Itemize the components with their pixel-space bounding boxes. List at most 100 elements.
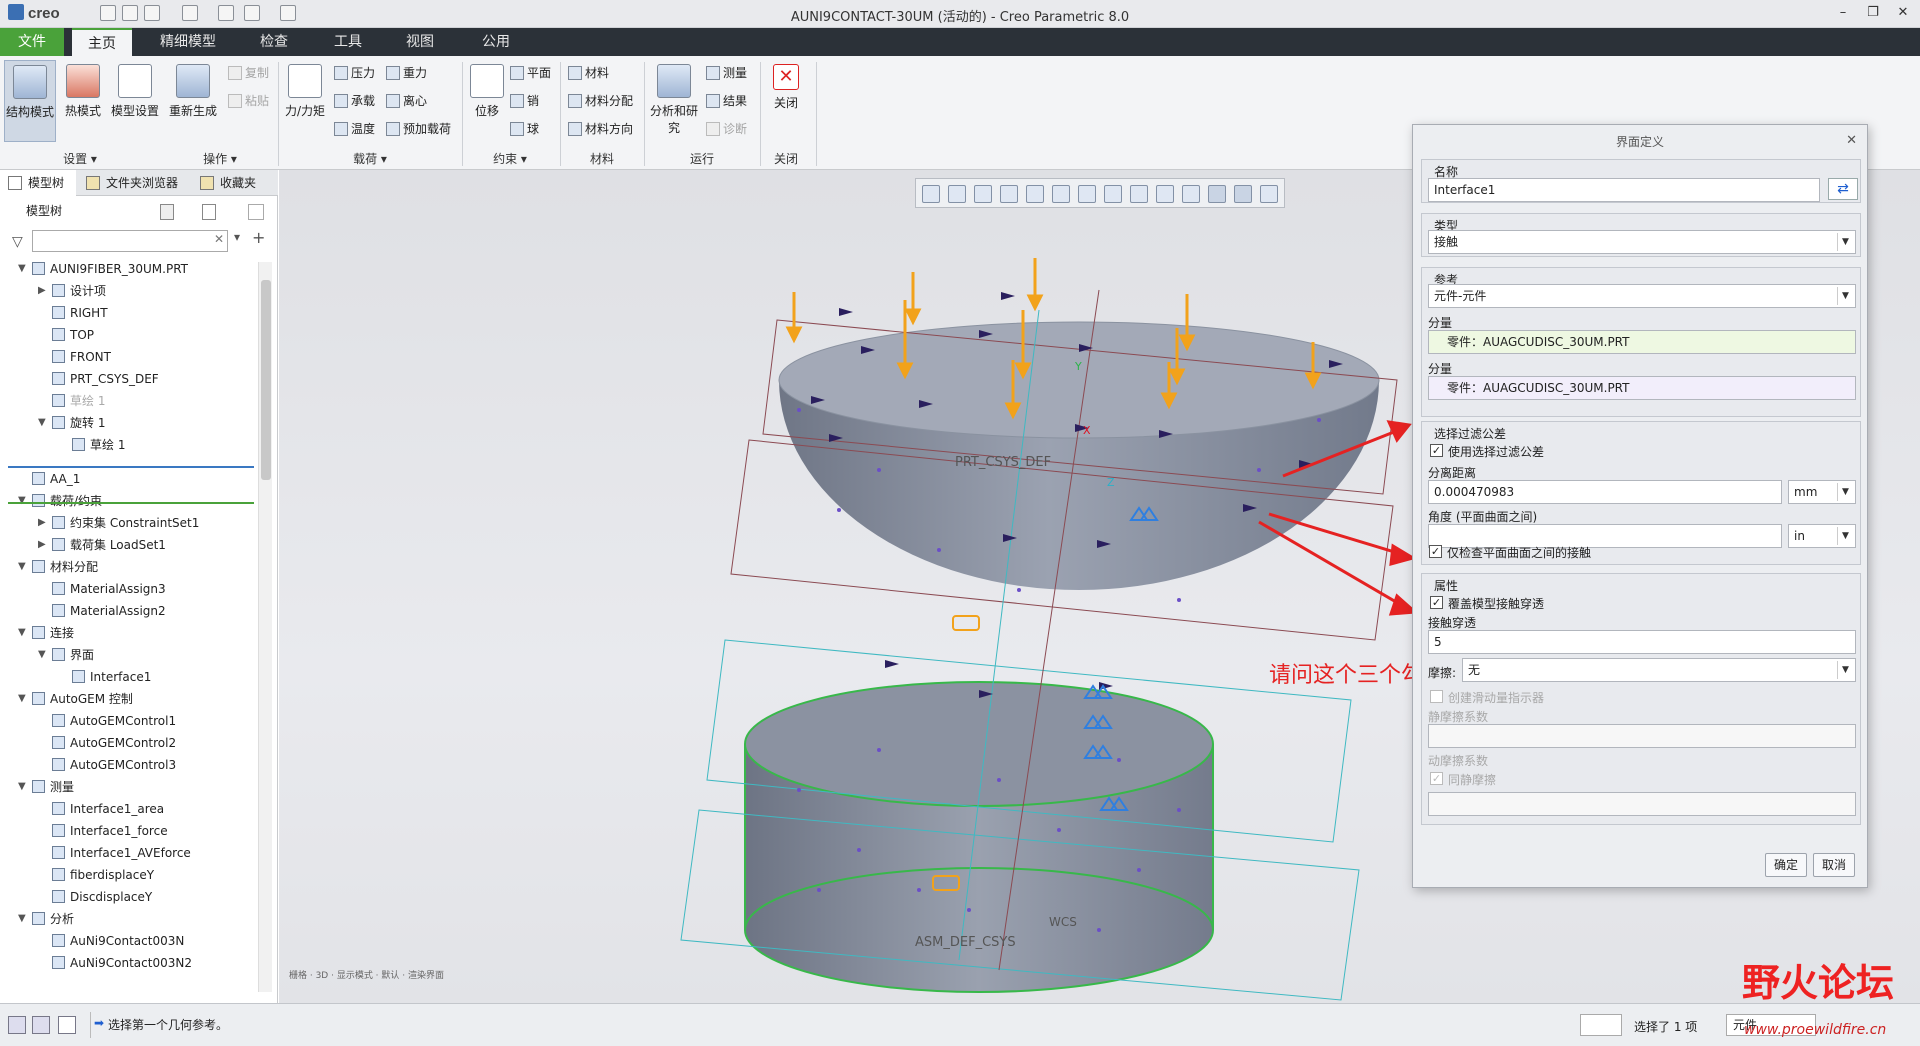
close-icon[interactable]: ✕	[1892, 3, 1914, 23]
zoom-out-icon[interactable]	[974, 185, 992, 203]
tab-common[interactable]: 公用	[468, 28, 524, 56]
tree-item[interactable]: MaterialAssign3	[52, 578, 166, 600]
display-style-icon[interactable]	[1052, 185, 1070, 203]
saved-orientations-icon[interactable]	[1078, 185, 1096, 203]
tree-item[interactable]: ▼ 连接	[18, 622, 74, 644]
tree-item[interactable]: AutoGEMControl3	[52, 754, 176, 776]
ball-button[interactable]: 球	[510, 120, 539, 137]
tree-item[interactable]: AuNi9Contact003N	[52, 930, 184, 952]
tab-file[interactable]: 文件	[0, 28, 64, 56]
tree-item[interactable]: Interface1	[72, 666, 151, 688]
tab-inspect[interactable]: 检查	[244, 28, 304, 56]
tree-item[interactable]: ▼ 分析	[18, 908, 74, 930]
tree-item[interactable]: PRT_CSYS_DEF	[52, 368, 159, 390]
thermal-mode-button[interactable]: 热模式	[60, 60, 106, 142]
friction-select[interactable]: 无 ▼	[1462, 658, 1856, 682]
expand-toggle-icon[interactable]: ▶	[38, 534, 46, 556]
restore-icon[interactable]: ❐	[1862, 3, 1884, 23]
material-assign-button[interactable]: 材料分配	[568, 92, 633, 109]
copy-button[interactable]: 复制	[228, 64, 269, 81]
component1-collector[interactable]: 零件：AUAGCUDISC_30UM.PRT	[1428, 330, 1856, 354]
temperature-button[interactable]: 温度	[334, 120, 375, 137]
simulation-display-icon[interactable]	[1208, 185, 1226, 203]
expand-toggle-icon[interactable]: ▼	[38, 644, 46, 666]
expand-toggle-icon[interactable]: ▼	[18, 776, 26, 798]
tree-item[interactable]: ▶ 设计项	[38, 280, 106, 302]
tree-columns-icon[interactable]	[248, 204, 264, 220]
tree-item[interactable]: AuNi9Contact003N2	[52, 952, 192, 974]
regenerate-button[interactable]: 重新生成	[166, 60, 220, 142]
tree-item[interactable]: Interface1_force	[52, 820, 168, 842]
mesh-display-icon[interactable]	[1234, 185, 1252, 203]
spin-center-icon[interactable]	[1182, 185, 1200, 203]
group-operations[interactable]: 操作 ▾	[180, 150, 260, 167]
tree-item[interactable]: ▼ 材料分配	[18, 556, 98, 578]
datum-display-icon[interactable]	[1130, 185, 1148, 203]
angle-unit-select[interactable]: in ▼	[1788, 524, 1856, 548]
reference-type-select[interactable]: 元件-元件 ▼	[1428, 284, 1856, 308]
minimize-icon[interactable]: –	[1832, 3, 1854, 23]
expand-toggle-icon[interactable]: ▼	[18, 688, 26, 710]
show-icon[interactable]	[202, 204, 216, 220]
group-loads[interactable]: 载荷 ▾	[330, 150, 410, 167]
material-orientation-button[interactable]: 材料方向	[568, 120, 633, 137]
filter-dropdown-icon[interactable]: ▾	[234, 230, 240, 244]
separation-unit-select[interactable]: mm ▼	[1788, 480, 1856, 504]
planar-only-checkbox[interactable]: ✓	[1429, 545, 1442, 558]
fiber-top-face[interactable]	[778, 321, 1380, 439]
gravity-button[interactable]: 重力	[386, 64, 427, 81]
switch-icon[interactable]: ⇄	[1828, 178, 1858, 200]
planar-button[interactable]: 平面	[510, 64, 551, 81]
force-moment-button[interactable]: 力/力矩	[282, 60, 328, 142]
type-select[interactable]: 接触 ▼	[1428, 230, 1856, 254]
tree-settings-icon[interactable]	[160, 204, 174, 220]
tree-item[interactable]: RIGHT	[52, 302, 108, 324]
results-button[interactable]: 结果	[706, 92, 747, 109]
pin-button[interactable]: 销	[510, 92, 539, 109]
component2-collector[interactable]: 零件：AUAGCUDISC_30UM.PRT	[1428, 376, 1856, 400]
model-setup-button[interactable]: 模型设置	[108, 60, 162, 142]
ok-button[interactable]: 确定	[1765, 853, 1807, 877]
tree-item[interactable]: TOP	[52, 324, 94, 346]
tab-folder-browser[interactable]: 文件夹浏览器	[78, 170, 190, 196]
perspective-icon[interactable]	[1026, 185, 1044, 203]
tree-item[interactable]: ▼ 测量	[18, 776, 74, 798]
tree-item[interactable]: Interface1_area	[52, 798, 164, 820]
tree-item[interactable]: ▼ AUNI9FIBER_30UM.PRT	[18, 258, 188, 280]
tree-item[interactable]: ▼ AutoGEM 控制	[18, 688, 133, 710]
asm-csys-label[interactable]: ASM_DEF_CSYS	[915, 935, 1016, 950]
clear-filter-icon[interactable]: ✕	[214, 232, 224, 246]
pressure-button[interactable]: 压力	[334, 64, 375, 81]
centrifugal-button[interactable]: 离心	[386, 92, 427, 109]
tab-tools[interactable]: 工具	[318, 28, 378, 56]
same-static-checkbox[interactable]: ✓	[1430, 772, 1443, 785]
insert-indicator[interactable]	[8, 466, 254, 468]
material-button[interactable]: 材料	[568, 64, 609, 81]
tree-scroll-thumb[interactable]	[261, 280, 271, 480]
expand-toggle-icon[interactable]: ▶	[38, 512, 46, 534]
tree-item[interactable]: ▼ 载荷/约束	[18, 490, 102, 512]
tree-item[interactable]: AA_1	[32, 468, 80, 490]
dialog-close-icon[interactable]: ✕	[1846, 133, 1857, 148]
refit-icon[interactable]	[922, 185, 940, 203]
expand-toggle-icon[interactable]: ▼	[38, 412, 46, 434]
slip-indicator-checkbox[interactable]	[1430, 690, 1443, 703]
displacement-button[interactable]: 位移	[466, 60, 508, 142]
filter-icon[interactable]: ▽	[12, 234, 23, 250]
analyses-studies-button[interactable]: 分析和研究	[648, 60, 700, 142]
group-constraints[interactable]: 约束 ▾	[470, 150, 550, 167]
prt-csys-label[interactable]: PRT_CSYS_DEF	[955, 455, 1051, 470]
wcs-label[interactable]: WCS	[1049, 915, 1077, 929]
static-friction-input[interactable]	[1428, 724, 1856, 748]
expand-toggle-icon[interactable]: ▼	[18, 622, 26, 644]
structure-mode-button[interactable]: 结构模式	[4, 60, 56, 142]
disc-top-edge[interactable]	[744, 681, 1214, 807]
tab-home[interactable]: 主页	[72, 28, 132, 56]
tree-item[interactable]: 草绘 1	[72, 434, 125, 456]
toggle-navigator-icon[interactable]	[8, 1016, 26, 1034]
view-manager-icon[interactable]	[1104, 185, 1122, 203]
repaint-icon[interactable]	[1000, 185, 1018, 203]
tree-item[interactable]: FRONT	[52, 346, 111, 368]
close-button[interactable]: ✕ 关闭	[766, 60, 806, 142]
browser-icon[interactable]	[32, 1016, 50, 1034]
